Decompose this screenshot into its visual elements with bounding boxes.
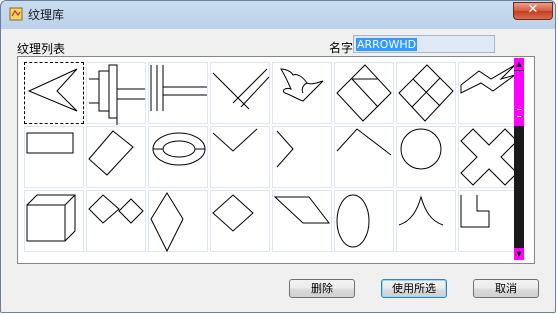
texture-library-dialog: 纹理库 ✕ 纹理列表 名字 ARROWHD ▲ ▼ 删除 使用所选 取消 [0,0,556,313]
diamond-cross-icon [336,64,392,122]
double-diamond-icon [88,194,144,224]
square-hook-icon [460,195,490,228]
texture-cell-diamond-cross[interactable] [334,62,394,124]
rectangle-icon [26,132,74,154]
texture-cell-bars[interactable] [148,62,208,124]
circle-icon [400,128,442,170]
texture-cell-ellipse[interactable] [334,190,394,252]
name-value: ARROWHD [356,38,418,51]
close-button[interactable]: ✕ [513,2,553,20]
bird-icon [280,68,324,102]
texture-cell-steps[interactable] [86,62,146,125]
texture-grid [17,56,535,264]
delete-button[interactable]: 删除 [289,279,355,298]
texture-cell-arch[interactable] [396,190,456,252]
texture-cell-check[interactable] [210,126,270,188]
rotated-rectangle-icon [88,130,134,176]
texture-list-label: 纹理列表 [17,42,66,56]
cancel-button[interactable]: 取消 [473,279,539,298]
arrowhead-icon [27,68,78,112]
tall-diamond-icon [150,192,184,253]
cube-icon [26,194,76,242]
angle-icon [336,128,392,156]
zigzag-icon [460,64,516,94]
dialog-body: 纹理列表 名字 ARROWHD ▲ ▼ 删除 使用所选 取消 [7,29,549,308]
texture-cell-square-hook[interactable] [458,190,518,252]
texture-cell-bird[interactable] [272,62,332,124]
texture-cell-double-diamond[interactable] [86,190,146,252]
chevron-down-icon: ▼ [516,250,522,258]
texture-cell-zigzag[interactable] [458,62,518,124]
texture-cell-chevron[interactable] [272,126,332,188]
close-icon: ✕ [527,2,539,17]
texture-cell-ring[interactable] [148,126,208,188]
diamond-icon [212,194,254,232]
texture-cell-x[interactable] [458,126,518,188]
chevron-icon [276,130,294,168]
texture-cell-rectangle[interactable] [24,126,84,188]
title-bar: 纹理库 ✕ [1,1,555,27]
texture-cell-circle[interactable] [396,126,456,188]
texture-cell-parallelogram[interactable] [272,190,332,252]
vertical-scrollbar[interactable]: ▲ ▼ [514,58,524,260]
x-icon [460,128,518,186]
steps-icon [89,64,145,125]
arch-icon [398,195,444,226]
bars-icon [150,65,207,111]
texture-cell-diamond-grid[interactable] [396,62,456,124]
check-icon [212,128,258,152]
texture-cell-cube[interactable] [24,190,84,252]
ellipse-icon [336,194,370,248]
name-field[interactable]: ARROWHD [353,35,495,53]
scroll-up-button[interactable]: ▲ [514,58,524,70]
texture-cell-diamond[interactable] [210,190,270,252]
texture-cell-arrowhead[interactable] [24,62,84,124]
diamond-grid-icon [398,64,454,122]
grip-icon [517,109,521,117]
window-title: 纹理库 [28,8,65,22]
texture-cell-tall-diamond[interactable] [148,190,208,253]
name-label: 名字 [329,41,354,55]
parallelogram-icon [273,196,331,224]
diagonal-lines-icon [212,68,270,110]
ring-icon [152,132,206,166]
texture-cell-angle[interactable] [334,126,394,188]
texture-cell-diagonal-lines[interactable] [210,62,270,124]
scroll-down-button[interactable]: ▼ [514,248,524,260]
app-icon [9,7,23,21]
scrollbar-thumb[interactable] [514,71,524,126]
use-selected-button[interactable]: 使用所选 [381,279,447,298]
chevron-up-icon: ▲ [516,60,522,68]
texture-cell-rotated-rectangle[interactable] [86,126,146,188]
